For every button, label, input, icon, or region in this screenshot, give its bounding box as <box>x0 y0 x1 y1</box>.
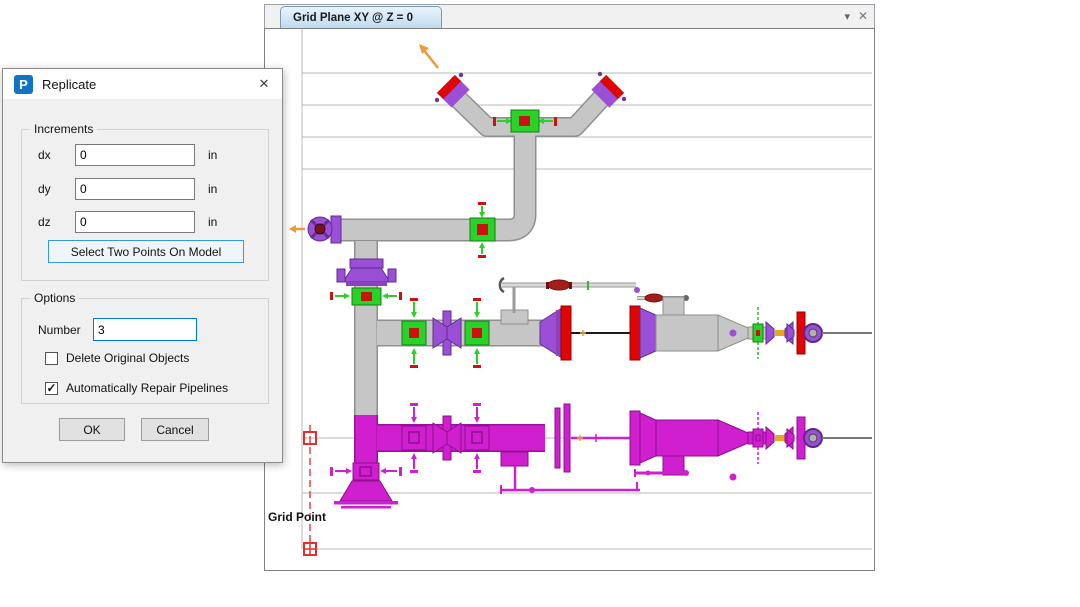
cancel-button[interactable]: Cancel <box>141 418 209 441</box>
app-icon: P <box>14 75 33 94</box>
dz-label: dz <box>38 215 51 229</box>
thin-pipe-upper[interactable] <box>500 278 689 314</box>
tie-rod-mid[interactable] <box>571 330 631 336</box>
dx-input[interactable] <box>75 144 195 166</box>
pipe-end-arrow-left <box>289 225 305 233</box>
dy-row: dy in <box>22 178 268 202</box>
dx-row: dx in <box>22 144 268 168</box>
dialog-titlebar[interactable]: P Replicate ✕ <box>3 69 282 99</box>
branch-flange-right[interactable] <box>596 72 626 103</box>
small-fittings-mid[interactable] <box>753 307 872 359</box>
options-legend: Options <box>30 291 79 305</box>
delete-original-objects-checkbox[interactable] <box>45 352 58 365</box>
ok-button[interactable]: OK <box>59 418 125 441</box>
reducer-flange-mid[interactable] <box>540 306 571 360</box>
valve-vertical-run[interactable] <box>330 288 402 305</box>
auto-repair-pipelines-checkbox[interactable]: ✓ <box>45 382 58 395</box>
auto-repair-pipelines-row: ✓ Automatically Repair Pipelines <box>45 381 228 395</box>
dx-unit: in <box>208 148 217 162</box>
flange-vertical-run[interactable] <box>337 259 396 286</box>
dy-label: dy <box>38 182 51 196</box>
grid-point-marker-bottom[interactable] <box>304 543 316 555</box>
model-viewport[interactable]: Grid Point <box>264 28 875 571</box>
replicate-dialog: P Replicate ✕ Increments dx in dy in dz … <box>2 68 283 463</box>
number-input[interactable] <box>93 318 197 341</box>
valve-mid-2[interactable] <box>465 298 489 368</box>
auto-repair-pipelines-label: Automatically Repair Pipelines <box>66 381 228 395</box>
increments-group: Increments dx in dy in dz in Select Two … <box>21 129 269 281</box>
pipe-model-canvas <box>265 29 874 570</box>
dz-row: dz in <box>22 211 268 235</box>
dialog-title: Replicate <box>42 77 96 92</box>
branch-flow-arrow <box>419 44 438 68</box>
delete-original-objects-row: Delete Original Objects <box>45 351 189 365</box>
chevron-down-icon[interactable]: ▾ <box>844 10 850 23</box>
dz-input[interactable] <box>75 211 195 233</box>
valve-mid-1[interactable] <box>402 298 426 368</box>
branch-flange-left[interactable] <box>435 73 465 103</box>
dx-label: dx <box>38 148 51 162</box>
dz-unit: in <box>208 215 217 229</box>
close-icon[interactable]: ✕ <box>858 9 868 23</box>
options-group: Options Number Delete Original Objects ✓… <box>21 298 269 404</box>
tab-bar: Grid Plane XY @ Z = 0 ▾ ✕ <box>264 4 875 28</box>
select-two-points-button[interactable]: Select Two Points On Model <box>48 240 244 263</box>
model-window: Grid Plane XY @ Z = 0 ▾ ✕ <box>264 4 875 571</box>
dy-unit: in <box>208 182 217 196</box>
close-icon[interactable]: ✕ <box>254 75 274 93</box>
fitting-bowtie-mid[interactable] <box>433 311 461 355</box>
pipe-end-valve-left[interactable] <box>308 216 341 243</box>
pipe-runs-gray[interactable] <box>333 90 609 418</box>
number-label: Number <box>38 323 81 337</box>
grid-point-label: Grid Point <box>268 510 326 524</box>
valve-left-horizontal[interactable] <box>470 202 495 258</box>
delete-original-objects-label: Delete Original Objects <box>66 351 189 365</box>
dy-input[interactable] <box>75 178 195 200</box>
increments-legend: Increments <box>30 122 97 136</box>
tab-grid-plane[interactable]: Grid Plane XY @ Z = 0 <box>280 6 442 29</box>
equipment-body-mid[interactable] <box>630 297 770 360</box>
